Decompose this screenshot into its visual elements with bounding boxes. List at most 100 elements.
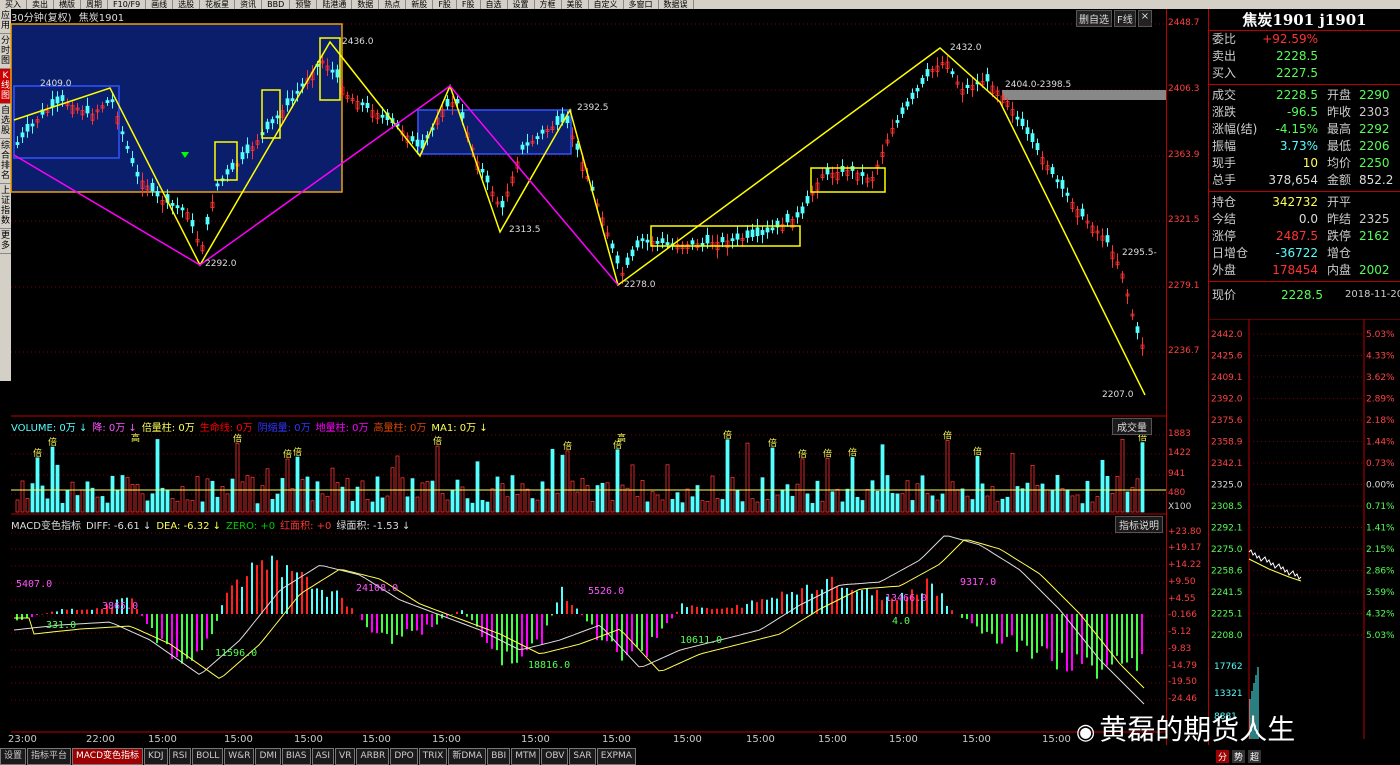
macd-bar bbox=[1016, 614, 1018, 652]
candle bbox=[480, 168, 485, 173]
indicator-tab-10[interactable]: VR bbox=[335, 748, 356, 765]
volume-bar bbox=[1110, 493, 1115, 513]
quote-label: 涨幅(结) bbox=[1212, 122, 1258, 136]
volume-bar bbox=[505, 496, 510, 513]
indicator-tab-8[interactable]: BIAS bbox=[281, 748, 311, 765]
candle bbox=[735, 233, 740, 240]
indicator-tab-2[interactable]: MACD变色指标 bbox=[72, 748, 144, 765]
macd-bar bbox=[336, 590, 338, 614]
indicator-tab-18[interactable]: SAR bbox=[569, 748, 596, 765]
indicator-tab-5[interactable]: BOLL bbox=[192, 748, 224, 765]
volume-bar bbox=[460, 486, 465, 513]
volume-bar bbox=[95, 496, 100, 513]
volume-legend-5: 地量柱: 0万 bbox=[315, 423, 369, 434]
volume-bar bbox=[1050, 490, 1055, 513]
macd-bar bbox=[26, 614, 28, 618]
volume-bar bbox=[1080, 503, 1085, 513]
macd-tick: -24.46 bbox=[1168, 694, 1198, 704]
quote-label-2: 开盘 bbox=[1327, 88, 1352, 102]
macd-bar bbox=[861, 590, 863, 614]
volume-legend-7: MA1: 0万 ↓ bbox=[431, 423, 488, 434]
mini-price-tick: 2325.0 bbox=[1211, 481, 1243, 491]
mini-pct-tick: 3.62% bbox=[1366, 373, 1395, 383]
quote-value: 3.73% bbox=[1279, 139, 1318, 153]
macd-bar bbox=[1131, 614, 1133, 659]
indicator-tab-0[interactable]: 设置 bbox=[0, 748, 27, 765]
indicator-tab-9[interactable]: ASI bbox=[311, 748, 335, 765]
macd-bar bbox=[846, 587, 848, 614]
indicator-tab-14[interactable]: 新DMA bbox=[448, 748, 487, 765]
indicator-tab-15[interactable]: BBI bbox=[487, 748, 511, 765]
volume-bar bbox=[535, 499, 540, 513]
indicator-tab-16[interactable]: MTM bbox=[511, 748, 541, 765]
macd-bar bbox=[756, 602, 758, 614]
time-tick: 15:00 bbox=[148, 734, 177, 745]
indicator-tab-1[interactable]: 指标平台 bbox=[27, 748, 72, 765]
volume-dropdown[interactable]: 成交量 bbox=[1112, 418, 1152, 435]
indicator-tab-12[interactable]: DPO bbox=[390, 748, 418, 765]
time-tick: 15:00 bbox=[224, 734, 253, 745]
macd-bar bbox=[326, 596, 328, 614]
indicator-tab-11[interactable]: ARBR bbox=[356, 748, 390, 765]
mini-price-tick: 2275.0 bbox=[1211, 545, 1243, 555]
macd-bar bbox=[521, 614, 523, 657]
macd-bar bbox=[1006, 614, 1008, 637]
candle bbox=[85, 105, 90, 114]
volume-mark: 倍 bbox=[293, 446, 302, 458]
mini-pct-tick: 2.15% bbox=[1366, 545, 1395, 555]
volume-mark: 倍 bbox=[723, 429, 732, 441]
volume-bar bbox=[280, 478, 285, 513]
macd-bar bbox=[651, 614, 653, 637]
indicator-tab-6[interactable]: W&R bbox=[224, 748, 255, 765]
mini-price-tick: 2241.5 bbox=[1211, 588, 1243, 598]
mini-price-tick: 2442.0 bbox=[1211, 330, 1243, 340]
quote-label: 成交 bbox=[1212, 88, 1237, 102]
candle bbox=[1060, 180, 1065, 189]
volume-bar bbox=[845, 488, 850, 513]
macd-bar bbox=[316, 588, 318, 614]
macd-bar bbox=[251, 562, 253, 614]
macd-bar bbox=[1111, 614, 1113, 665]
candle bbox=[840, 165, 845, 172]
indicator-help-button[interactable]: 指标说明 bbox=[1115, 516, 1163, 533]
indicator-tab-7[interactable]: DMI bbox=[255, 748, 281, 765]
macd-bar bbox=[771, 597, 773, 614]
time-tick: 15:00 bbox=[521, 734, 550, 745]
volume-bar bbox=[370, 501, 375, 513]
indicator-tab-13[interactable]: TRIX bbox=[418, 748, 448, 765]
mini-tab-0[interactable]: 分 bbox=[1216, 750, 1230, 763]
intraday-mini-chart[interactable]: 2442.0 2425.6 2409.1 2392.0 2375.6 2358.9 2342… bbox=[1209, 319, 1400, 739]
candle bbox=[720, 237, 725, 243]
macd-bar bbox=[1091, 614, 1093, 666]
mini-pct-tick: 2.89% bbox=[1366, 395, 1395, 405]
quote-label-2: 开平 bbox=[1327, 195, 1352, 209]
macd-bar bbox=[31, 614, 33, 618]
macd-annotation: 9317.0 bbox=[960, 577, 996, 588]
volume-bar bbox=[75, 495, 80, 513]
macd-bar bbox=[496, 614, 498, 651]
macd-bar bbox=[1011, 614, 1013, 636]
volume-bar bbox=[540, 481, 545, 513]
macd-bar bbox=[1056, 614, 1058, 670]
candle bbox=[125, 146, 130, 149]
mini-tab-2[interactable]: 超 bbox=[1248, 750, 1262, 763]
price-tick: 2448.7 bbox=[1168, 18, 1200, 28]
volume-bar bbox=[565, 450, 570, 513]
macd-bar bbox=[681, 603, 683, 614]
macd-bar bbox=[856, 591, 858, 614]
macd-bar bbox=[981, 614, 983, 634]
indicator-tab-3[interactable]: KDJ bbox=[144, 748, 168, 765]
macd-bar bbox=[516, 614, 518, 663]
candle bbox=[265, 121, 270, 130]
volume-bar bbox=[750, 498, 755, 513]
volume-bar bbox=[650, 491, 655, 513]
volume-bar bbox=[1025, 482, 1030, 513]
mini-tab-1[interactable]: 势 bbox=[1232, 750, 1246, 763]
volume-bar bbox=[170, 498, 175, 513]
kline-chart[interactable]: 2409.0 2436.0 2292.0 2392.5 2313.5 2278.0 2432… bbox=[0, 0, 1166, 745]
indicator-tab-19[interactable]: EXPMA bbox=[596, 748, 636, 765]
volume-bar bbox=[955, 489, 960, 513]
indicator-tab-4[interactable]: RSI bbox=[168, 748, 192, 765]
mini-pct-tick: 1.44% bbox=[1366, 438, 1395, 448]
indicator-tab-17[interactable]: OBV bbox=[541, 748, 569, 765]
